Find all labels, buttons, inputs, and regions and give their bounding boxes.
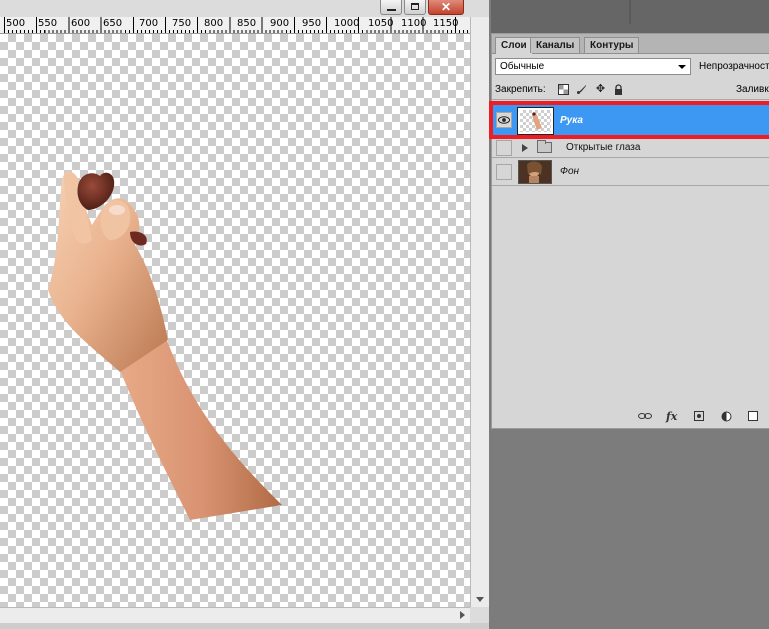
hand-image <box>48 171 282 520</box>
adjustment-layer-icon[interactable] <box>721 411 732 425</box>
workspace-background <box>491 0 769 33</box>
layer-row-group[interactable]: Открытые глаза <box>492 138 769 158</box>
new-group-icon[interactable] <box>748 411 758 421</box>
ruler-label: 900 <box>270 18 290 29</box>
opacity-label: Непрозрачность <box>699 61 769 72</box>
tab-paths[interactable]: Контуры <box>584 37 640 53</box>
fx-icon[interactable]: fx <box>666 411 677 422</box>
blend-mode-value: Обычные <box>500 61 545 72</box>
ruler-label: 750 <box>172 18 192 29</box>
lock-label: Закрепить: <box>495 84 546 95</box>
ruler-label: 1150 <box>433 18 459 29</box>
ruler-label: 650 <box>103 18 123 29</box>
eye-icon <box>498 116 510 124</box>
panel-tabs: Слои Каналы Контуры <box>492 34 769 54</box>
horizontal-ruler[interactable]: 500 550 600 650 700 750 800 850 900 950 … <box>0 17 470 34</box>
close-button[interactable]: ✕ <box>428 0 464 15</box>
scroll-right-icon[interactable] <box>460 611 465 619</box>
status-strip <box>0 623 489 629</box>
ruler-label: 600 <box>71 18 91 29</box>
layers-panel: Слои Каналы Контуры Обычные Непрозрачнос… <box>491 33 769 429</box>
lock-all-icon[interactable] <box>613 84 624 95</box>
ruler-label: 1000 <box>334 18 360 29</box>
lock-transparent-icon[interactable] <box>558 84 569 95</box>
layer-name: Открытые глаза <box>566 142 641 153</box>
add-mask-icon[interactable] <box>694 411 704 421</box>
close-icon: ✕ <box>440 0 452 14</box>
tab-layers[interactable]: Слои <box>495 37 533 54</box>
tab-channels[interactable]: Каналы <box>530 37 581 53</box>
layer-thumbnail <box>518 108 553 134</box>
visibility-toggle[interactable] <box>496 140 512 156</box>
layer-row-ruka[interactable]: Рука <box>492 104 769 138</box>
lock-position-icon[interactable]: ✥ <box>595 84 606 95</box>
maximize-button[interactable] <box>404 0 426 15</box>
scroll-down-icon[interactable] <box>476 597 484 602</box>
workspace-divider <box>629 0 631 24</box>
horizontal-scrollbar[interactable] <box>0 607 470 623</box>
document-window: ✕ 500 550 600 650 700 750 800 850 900 95… <box>0 0 489 629</box>
lock-paint-icon[interactable] <box>576 84 587 95</box>
expand-arrow-icon[interactable] <box>522 144 528 152</box>
visibility-toggle[interactable] <box>496 164 512 180</box>
ruler-label: 800 <box>204 18 224 29</box>
blend-mode-select[interactable]: Обычные <box>495 58 691 75</box>
layer-thumbnail <box>518 160 552 184</box>
ruler-label: 1100 <box>401 18 427 29</box>
vertical-scrollbar[interactable] <box>470 17 489 607</box>
layer-name: Фон <box>560 166 580 177</box>
window-controls: ✕ <box>380 0 464 17</box>
chevron-down-icon <box>678 65 686 69</box>
link-layers-icon[interactable] <box>638 411 652 424</box>
folder-icon <box>537 140 552 153</box>
layers-panel-footer: fx <box>492 406 769 428</box>
maximize-icon <box>411 3 419 10</box>
ruler-label: 950 <box>302 18 322 29</box>
lock-row: Закрепить: ✥ Заливка <box>492 80 769 100</box>
ruler-label: 1050 <box>368 18 394 29</box>
ruler-label: 700 <box>139 18 159 29</box>
fill-label: Заливка <box>736 84 769 95</box>
layer-row-fon[interactable]: Фон <box>492 158 769 186</box>
layer-name: Рука <box>560 115 583 126</box>
ruler-label: 550 <box>38 18 58 29</box>
minimize-icon <box>387 9 396 11</box>
visibility-toggle[interactable] <box>496 112 512 128</box>
minimize-button[interactable] <box>380 0 402 15</box>
ruler-label: 850 <box>237 18 257 29</box>
ruler-label: 500 <box>6 18 26 29</box>
canvas[interactable] <box>0 34 470 607</box>
